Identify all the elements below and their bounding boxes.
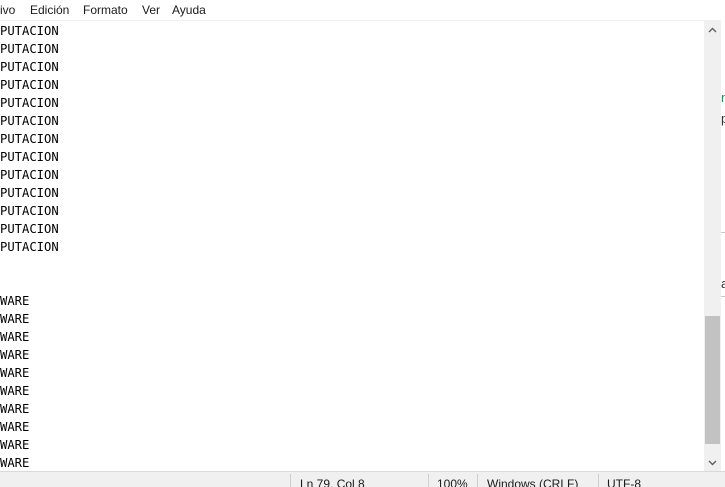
scroll-down-button[interactable] (704, 454, 721, 471)
text-line: PUTACION (0, 60, 59, 74)
text-line: WARE (0, 330, 30, 344)
text-line: WARE (0, 438, 30, 452)
status-separator (290, 474, 291, 487)
text-editor-area[interactable]: PUTACION PUTACION PUTACION PUTACION PUTA… (0, 21, 704, 471)
text-line: PUTACION (0, 114, 59, 128)
background-glyph: n (721, 90, 725, 105)
text-line: WARE (0, 366, 30, 380)
background-glyph: a (721, 276, 725, 291)
text-line: PUTACION (0, 222, 59, 236)
text-line: PUTACION (0, 42, 59, 56)
text-line: PUTACION (0, 240, 59, 254)
status-line-ending: Windows (CRLF) (487, 477, 579, 487)
status-separator (598, 474, 599, 487)
text-line: PUTACION (0, 186, 59, 200)
menu-edicion[interactable]: Edición (30, 3, 69, 17)
background-divider (721, 232, 725, 233)
menu-ayuda[interactable]: Ayuda (172, 3, 206, 17)
text-line: WARE (0, 456, 30, 470)
chevron-down-icon (708, 460, 717, 465)
text-line: PUTACION (0, 96, 59, 110)
menu-formato[interactable]: Formato (83, 3, 128, 17)
scrollbar-thumb[interactable] (705, 316, 720, 444)
menu-bar: ivo Edición Formato Ver Ayuda (0, 0, 725, 21)
background-glyph: p (721, 111, 725, 126)
text-line: WARE (0, 420, 30, 434)
status-encoding: UTF-8 (607, 477, 641, 487)
text-line: PUTACION (0, 168, 59, 182)
status-separator (477, 474, 478, 487)
vertical-scrollbar[interactable] (704, 21, 721, 471)
chevron-up-icon (708, 27, 717, 32)
text-line: PUTACION (0, 204, 59, 218)
menu-archivo[interactable]: ivo (0, 3, 15, 17)
text-line: PUTACION (0, 24, 59, 38)
text-line: PUTACION (0, 150, 59, 164)
menu-ver[interactable]: Ver (142, 3, 160, 17)
text-line: WARE (0, 312, 30, 326)
status-cursor-position: Ln 79, Col 8 (300, 477, 365, 487)
text-line: PUTACION (0, 78, 59, 92)
background-divider (721, 296, 725, 297)
status-separator (428, 474, 429, 487)
text-line: PUTACION (0, 132, 59, 146)
text-line: WARE (0, 384, 30, 398)
scroll-up-button[interactable] (704, 21, 721, 38)
status-bar: Ln 79, Col 8 100% Windows (CRLF) UTF-8 (0, 471, 725, 487)
notepad-window: ivo Edición Formato Ver Ayuda PUTACION P… (0, 0, 725, 487)
text-line: WARE (0, 402, 30, 416)
text-line: WARE (0, 294, 30, 308)
background-window-sliver: n p a (721, 20, 725, 475)
status-zoom-level: 100% (437, 477, 468, 487)
text-line: WARE (0, 348, 30, 362)
